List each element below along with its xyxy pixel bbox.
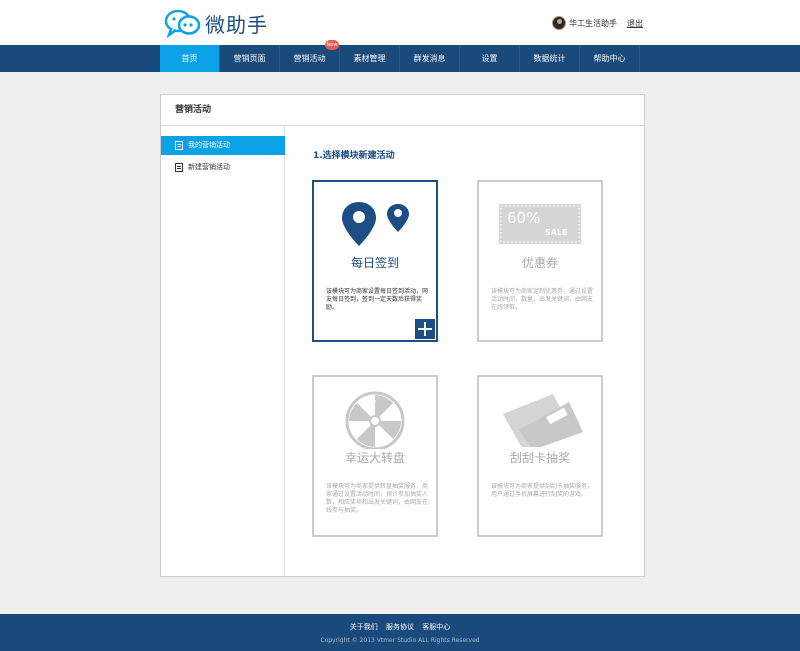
copyright: Copyright © 2013 Vtmer Studio ALL Rights… — [320, 637, 480, 644]
header: 微助手 华工生活助手 退出 — [0, 0, 800, 45]
card-daily-checkin[interactable]: 每日签到 该模块可为商家设置每日签到活动，网友每日签到，签到一定天数后获得奖励。 — [312, 180, 438, 342]
sidebar-item-label: 我的营销活动 — [188, 141, 230, 149]
new-badge: New — [325, 40, 339, 50]
footer-links: 关于我们 服务协议 客服中心 — [0, 622, 800, 632]
sidebar-item-new-activity[interactable]: 新建营销活动 — [161, 158, 285, 177]
chat-bubbles-icon — [164, 9, 201, 38]
logo[interactable]: 微助手 — [164, 8, 268, 38]
nav-item-help[interactable]: 帮助中心 — [580, 45, 640, 72]
user-info: 华工生活助手 退出 — [552, 16, 643, 30]
footer-link-terms[interactable]: 服务协议 — [386, 623, 414, 631]
card-desc: 该模块可为商家提供转盘抽奖服务，商家通过设置活动时间，预计参加抽奖人数，相应奖项… — [326, 483, 429, 514]
card-coupon[interactable]: 60% SALE 优惠券 该模块可为商家定制优惠券，通过设置活动时间，数量，出发… — [477, 180, 603, 342]
nav-item-mass-message[interactable]: 群发消息 — [400, 45, 460, 72]
panel-title: 营销活动 — [161, 95, 644, 126]
nav-item-home[interactable]: 首页 — [160, 45, 220, 72]
card-title: 优惠券 — [521, 256, 558, 270]
nav-item-settings[interactable]: 设置 — [460, 45, 520, 72]
card-title: 刮刮卡抽奖 — [509, 451, 570, 465]
card-desc: 该模块可为商家提供刮刮卡抽奖服务，用户通过手机屏幕进行刮奖的游戏。 — [491, 483, 594, 498]
app-name: 微助手 — [205, 12, 268, 37]
edit-icon — [175, 163, 183, 172]
main-nav: 首页 营销页面 营销活动 素材管理 群发消息 设置 数据统计 帮助中心 New — [0, 40, 800, 72]
coupon-sale: SALE — [545, 228, 568, 237]
footer: 关于我们 服务协议 客服中心 Copyright © 2013 Vtmer St… — [0, 614, 800, 651]
nav-item-statistics[interactable]: 数据统计 — [520, 45, 580, 72]
sidebar-item-my-activities[interactable]: 我的营销活动 — [161, 136, 285, 155]
card-title: 幸运大转盘 — [344, 451, 405, 465]
logout-link[interactable]: 退出 — [627, 18, 643, 29]
card-desc: 该模块可为商家定制优惠券，通过设置活动时间，数量，出发关键词，由网友在线领取。 — [491, 288, 594, 311]
coupon-percent: 60% — [507, 209, 541, 227]
sidebar-item-label: 新建营销活动 — [188, 163, 230, 171]
card-desc: 该模块可为商家设置每日签到活动，网友每日签到，签到一定天数后获得奖励。 — [326, 288, 429, 311]
card-lucky-wheel[interactable]: ? 幸运大转盘 该模块可为商家提供转盘抽奖服务，商家通过设置活动时间，预计参加抽… — [312, 375, 438, 537]
add-button[interactable] — [415, 319, 435, 339]
svg-text:?: ? — [372, 399, 376, 408]
wheel-icon: ? — [345, 391, 405, 449]
sidebar: 我的营销活动 新建营销活动 — [161, 126, 285, 576]
user-name: 华工生活助手 — [569, 18, 617, 28]
card-title: 每日签到 — [350, 256, 399, 270]
scratch-card-icon — [503, 394, 583, 447]
avatar[interactable] — [552, 16, 566, 30]
footer-link-about[interactable]: 关于我们 — [350, 623, 378, 631]
list-icon — [175, 141, 183, 150]
map-pin-icon — [342, 202, 409, 246]
content-title: 1.选择模块新建活动 — [313, 151, 395, 161]
nav-item-marketing-pages[interactable]: 营销页面 — [220, 45, 280, 72]
nav-item-materials[interactable]: 素材管理 — [340, 45, 400, 72]
footer-link-support[interactable]: 客服中心 — [422, 623, 450, 631]
main-panel: 营销活动 我的营销活动 新建营销活动 1.选择模块新建活动 每日签到 该模块可为… — [160, 94, 645, 577]
card-scratch[interactable]: 刮刮卡抽奖 该模块可为商家提供刮刮卡抽奖服务，用户通过手机屏幕进行刮奖的游戏。 — [477, 375, 603, 537]
